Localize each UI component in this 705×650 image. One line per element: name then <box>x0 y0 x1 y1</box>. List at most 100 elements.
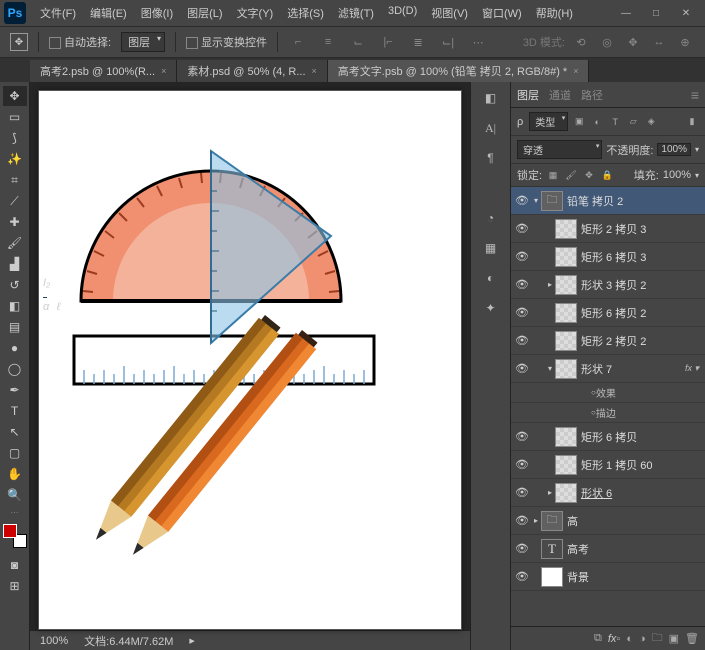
show-transform-checkbox[interactable]: 显示变换控件 <box>186 34 267 50</box>
visibility-toggle[interactable]: 👁 <box>513 430 531 443</box>
layer-row[interactable]: 👁 背景 <box>511 563 705 591</box>
layer-row[interactable]: 👁▸形状 6 <box>511 479 705 507</box>
pan-3d-icon[interactable]: ✥ <box>623 32 643 52</box>
eraser-tool[interactable]: ◧ <box>3 296 27 316</box>
filter-smart-icon[interactable]: ◈ <box>644 115 658 129</box>
visibility-toggle[interactable]: 👁 <box>513 458 531 471</box>
auto-select-dropdown[interactable]: 图层 <box>121 32 165 52</box>
layer-row[interactable]: 👁▸🗀高 <box>511 507 705 535</box>
move-tool[interactable]: ✥ <box>3 86 27 106</box>
expand-toggle[interactable]: ▸ <box>531 516 541 525</box>
layer-name[interactable]: 矩形 6 拷贝 2 <box>581 305 703 321</box>
layer-name[interactable]: 形状 6 <box>581 485 703 501</box>
toolbox-more[interactable]: ⋯ <box>11 508 19 517</box>
slide-3d-icon[interactable]: ↔ <box>649 32 669 52</box>
layer-row[interactable]: ○ 效果 <box>511 383 705 403</box>
delete-layer-icon[interactable]: 🗑 <box>685 632 699 645</box>
brush-tool[interactable]: 🖌 <box>3 233 27 253</box>
zoom-3d-icon[interactable]: ⊕ <box>675 32 695 52</box>
lock-all-icon[interactable]: 🔒 <box>600 169 614 181</box>
layer-name[interactable]: 矩形 2 拷贝 2 <box>581 333 703 349</box>
status-menu[interactable]: ▶ <box>189 637 194 645</box>
document-canvas[interactable]: I₂ α ℓ <box>38 90 462 630</box>
new-fill-icon[interactable]: ◑ <box>639 633 646 645</box>
align-top-icon[interactable]: ⌐ <box>288 32 308 52</box>
dodge-tool[interactable]: ◯ <box>3 359 27 379</box>
clone-stamp-tool[interactable]: ▟ <box>3 254 27 274</box>
layer-name[interactable]: 背景 <box>567 569 703 585</box>
foreground-color[interactable] <box>3 524 17 538</box>
close-button[interactable]: ✕ <box>671 4 701 22</box>
pen-tool[interactable]: ✒ <box>3 380 27 400</box>
menu-item[interactable]: 3D(D) <box>382 2 423 24</box>
magic-wand-tool[interactable]: ✨ <box>3 149 27 169</box>
align-bottom-icon[interactable]: ⌙ <box>348 32 368 52</box>
layer-row[interactable]: 👁▾🗀铅笔 拷贝 2 <box>511 187 705 215</box>
close-tab-icon[interactable]: × <box>161 66 166 76</box>
filter-image-icon[interactable]: ▣ <box>572 115 586 129</box>
screenmode-toggle[interactable]: ⊞ <box>3 576 27 596</box>
layer-row[interactable]: 👁矩形 6 拷贝 2 <box>511 299 705 327</box>
history-panel-icon[interactable]: ◧ <box>479 88 503 108</box>
swatches-panel-icon[interactable]: ▦ <box>479 238 503 258</box>
layer-name[interactable]: 效果 <box>596 385 703 400</box>
visibility-toggle[interactable]: 👁 <box>513 542 531 555</box>
menu-item[interactable]: 图像(I) <box>135 2 179 24</box>
filter-shape-icon[interactable]: ▱ <box>626 115 640 129</box>
history-brush-tool[interactable]: ↺ <box>3 275 27 295</box>
styles-panel-icon[interactable]: ✦ <box>479 298 503 318</box>
align-hcenter-icon[interactable]: ≣ <box>408 32 428 52</box>
minimize-button[interactable]: — <box>611 4 641 22</box>
align-left-icon[interactable]: |⌐ <box>378 32 398 52</box>
layer-fx-badge[interactable]: fx ▾ <box>685 363 699 374</box>
tab-channels[interactable]: 通道 <box>549 87 571 103</box>
layer-name[interactable]: 描边 <box>596 405 703 420</box>
menu-item[interactable]: 选择(S) <box>281 2 330 24</box>
menu-item[interactable]: 编辑(E) <box>84 2 133 24</box>
expand-toggle[interactable]: ▸ <box>545 488 555 497</box>
menu-item[interactable]: 图层(L) <box>181 2 228 24</box>
layer-row[interactable]: 👁矩形 2 拷贝 2 <box>511 327 705 355</box>
expand-toggle[interactable]: ▾ <box>545 364 555 373</box>
layer-name[interactable]: 高 <box>567 513 703 529</box>
visibility-toggle[interactable]: 👁 <box>513 570 531 583</box>
layer-filter-dropdown[interactable]: 类型 <box>529 112 568 131</box>
blend-mode-dropdown[interactable]: 穿透 <box>517 140 602 159</box>
filter-type-icon[interactable]: T <box>608 115 622 129</box>
blur-tool[interactable]: ● <box>3 338 27 358</box>
hand-tool[interactable]: ✋ <box>3 464 27 484</box>
tab-paths[interactable]: 路径 <box>581 87 603 103</box>
layer-row[interactable]: 👁 ▾ 形状 7fx ▾ <box>511 355 705 383</box>
gradient-tool[interactable]: ▤ <box>3 317 27 337</box>
layer-mask-icon[interactable]: ◐ <box>626 633 633 645</box>
roll-3d-icon[interactable]: ◎ <box>597 32 617 52</box>
layer-name[interactable]: 矩形 6 拷贝 3 <box>581 249 703 265</box>
expand-toggle[interactable]: ▸ <box>545 280 555 289</box>
visibility-toggle[interactable]: 👁 <box>513 222 531 235</box>
tab-layers[interactable]: 图层 <box>517 87 539 103</box>
layer-row[interactable]: 👁 矩形 1 拷贝 60 <box>511 451 705 479</box>
type-tool[interactable]: T <box>3 401 27 421</box>
zoom-level[interactable]: 100% <box>40 635 68 647</box>
visibility-toggle[interactable]: 👁 <box>513 278 531 291</box>
menu-item[interactable]: 帮助(H) <box>530 2 579 24</box>
adjustments-panel-icon[interactable]: ◐ <box>479 268 503 288</box>
visibility-toggle[interactable]: 👁 <box>513 362 531 375</box>
layer-name[interactable]: 铅笔 拷贝 2 <box>567 193 703 209</box>
new-layer-icon[interactable]: ▣ <box>669 632 679 645</box>
layer-name[interactable]: 形状 7 <box>581 361 685 377</box>
layer-name[interactable]: 矩形 2 拷贝 3 <box>581 221 703 237</box>
opacity-value[interactable]: 100% <box>657 143 691 156</box>
filter-adjust-icon[interactable]: ◐ <box>590 115 604 129</box>
panel-menu[interactable]: ≡ <box>691 87 699 103</box>
layer-style-icon[interactable]: fx▫ <box>608 633 620 645</box>
distribute-icon[interactable]: ⋯ <box>468 32 488 52</box>
expand-toggle[interactable]: ▾ <box>531 196 541 205</box>
rectangle-tool[interactable]: ▢ <box>3 443 27 463</box>
layer-row[interactable]: 👁T高考 <box>511 535 705 563</box>
layer-row[interactable]: 👁矩形 6 拷贝 <box>511 423 705 451</box>
quickmask-toggle[interactable]: ◙ <box>3 555 27 575</box>
layer-name[interactable]: 矩形 1 拷贝 60 <box>581 457 703 473</box>
layer-row[interactable]: 👁 矩形 2 拷贝 3 <box>511 215 705 243</box>
filter-toggle[interactable]: ▮ <box>685 115 699 129</box>
